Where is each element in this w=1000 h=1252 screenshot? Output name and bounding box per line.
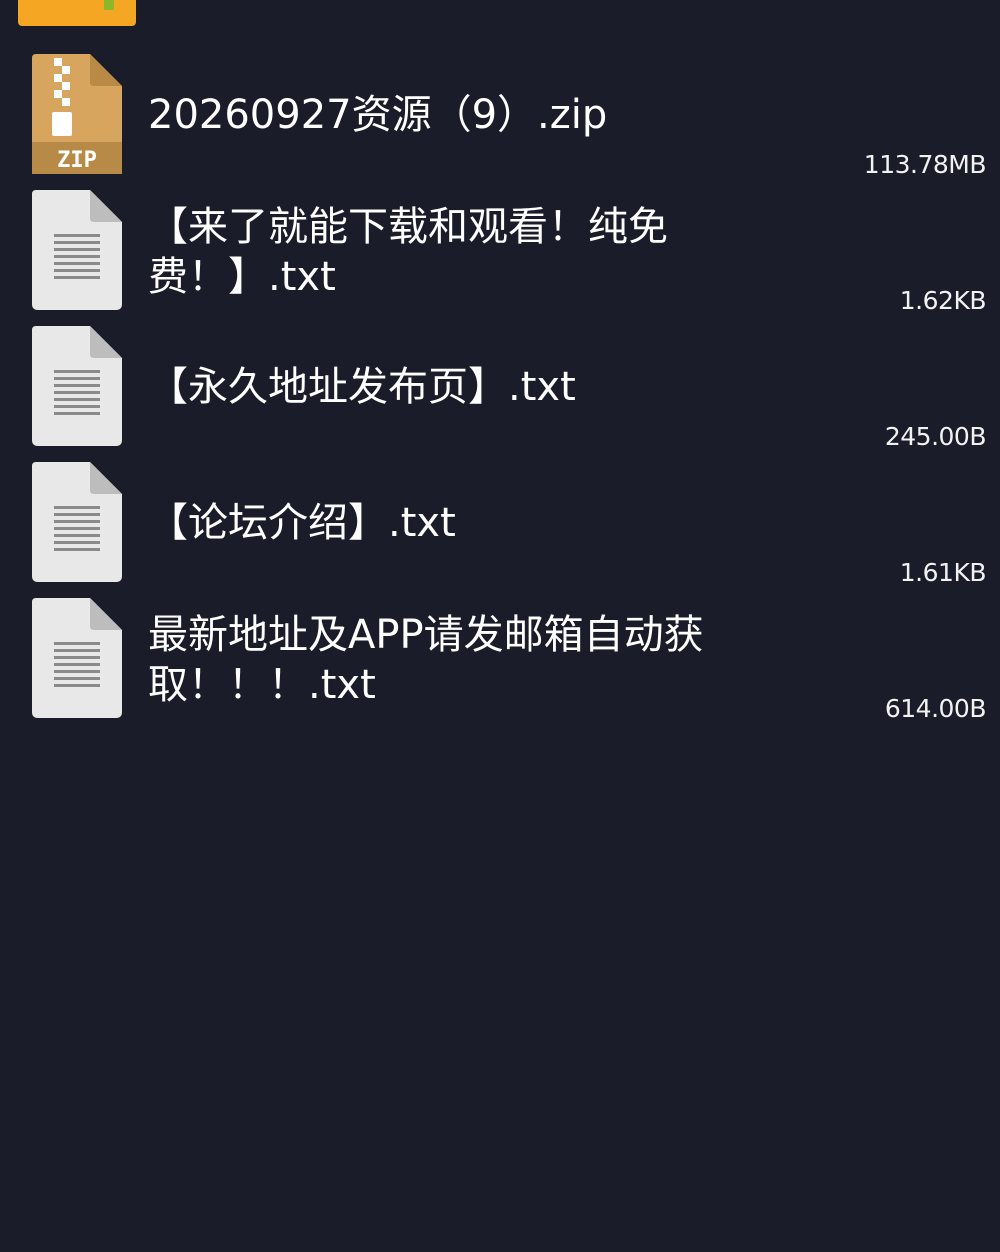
- text-file-icon: [32, 326, 122, 446]
- file-name: 【永久地址发布页】.txt: [148, 364, 576, 410]
- file-list: ZIP 20260927资源（9）.zip 113.78MB 【来了就能下载和观…: [0, 54, 1000, 734]
- file-size: 245.00B: [884, 422, 987, 451]
- file-name: 20260927资源（9）.zip: [148, 92, 608, 138]
- folder-icon[interactable]: [18, 0, 136, 26]
- folder-icon-mark: [104, 0, 114, 10]
- text-file-icon: [32, 190, 122, 310]
- file-size: 1.61KB: [899, 558, 987, 587]
- zip-icon-label: ZIP: [57, 148, 97, 173]
- file-size: 113.78MB: [863, 150, 987, 179]
- file-name: 【论坛介绍】.txt: [148, 500, 456, 546]
- file-size: 614.00B: [884, 694, 987, 723]
- file-size: 1.62KB: [899, 286, 987, 315]
- text-file-icon: [32, 598, 122, 718]
- file-row-txt[interactable]: 【来了就能下载和观看！纯免费！】.txt 1.62KB: [0, 190, 1000, 326]
- file-row-txt[interactable]: 【论坛介绍】.txt 1.61KB: [0, 462, 1000, 598]
- file-row-zip[interactable]: ZIP 20260927资源（9）.zip 113.78MB: [0, 54, 1000, 190]
- file-browser-screen: ZIP 20260927资源（9）.zip 113.78MB 【来了就能下载和观…: [0, 0, 1000, 1252]
- file-name: 最新地址及APP请发邮箱自动获取！！！.txt: [148, 612, 704, 708]
- file-name: 【来了就能下载和观看！纯免费！】.txt: [148, 204, 668, 300]
- file-row-txt[interactable]: 最新地址及APP请发邮箱自动获取！！！.txt 614.00B: [0, 598, 1000, 734]
- file-row-txt[interactable]: 【永久地址发布页】.txt 245.00B: [0, 326, 1000, 462]
- text-file-icon: [32, 462, 122, 582]
- zip-file-icon: ZIP: [32, 54, 122, 174]
